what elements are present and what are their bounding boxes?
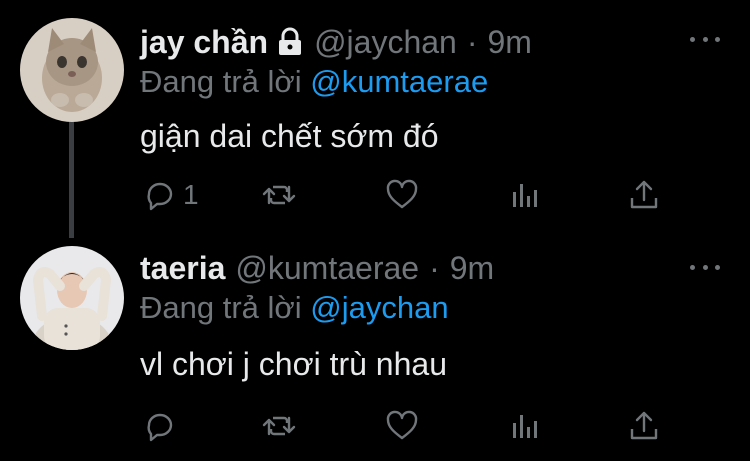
retweet-button[interactable] (262, 406, 296, 446)
display-name[interactable]: taeria (140, 250, 225, 287)
timestamp[interactable]: 9m (450, 250, 494, 287)
replying-to-link[interactable]: @kumtaerae (310, 64, 488, 99)
tweet[interactable]: taeria @kumtaerae · 9m Đang trả lời @jay… (0, 246, 750, 456)
retweet-icon (262, 185, 296, 205)
reply-button[interactable] (143, 406, 183, 446)
avatar[interactable] (20, 246, 124, 350)
like-button[interactable] (385, 175, 419, 215)
avatar[interactable] (20, 18, 124, 122)
display-name[interactable]: jay chần (140, 24, 268, 61)
reply-icon (147, 413, 173, 442)
replying-to-line: Đang trả lời @kumtaerae (140, 64, 488, 100)
handle[interactable]: @jaychan (314, 24, 457, 61)
tweet[interactable]: jay chần @jaychan · 9m Đang trả lời @kum… (0, 18, 750, 218)
tweet-actions (0, 406, 750, 446)
separator: · (466, 23, 478, 60)
tweet-actions: 1 (0, 175, 750, 215)
reply-count: 1 (183, 179, 199, 210)
share-icon (630, 411, 658, 440)
analytics-icon (513, 415, 537, 438)
like-icon (386, 179, 418, 209)
person-avatar-image (20, 246, 124, 350)
more-icon[interactable] (690, 34, 720, 44)
like-icon (386, 410, 418, 440)
tweet-text: giận dai chết sớm đó (140, 118, 439, 154)
share-button[interactable] (627, 406, 661, 446)
tweet-text: vl chơi j chơi trù nhau (140, 346, 447, 382)
tweet-header: taeria @kumtaerae · 9m (140, 246, 494, 290)
reply-icon (147, 182, 173, 211)
separator: · (429, 249, 440, 286)
replying-prefix: Đang trả lời (140, 290, 302, 325)
retweet-button[interactable] (262, 175, 296, 215)
analytics-icon (513, 184, 537, 207)
share-button[interactable] (627, 175, 661, 215)
cat-avatar-image (20, 18, 124, 122)
share-icon (630, 180, 658, 209)
analytics-button[interactable] (508, 175, 542, 215)
handle[interactable]: @kumtaerae (235, 250, 419, 287)
tweet-header: jay chần @jaychan · 9m (140, 20, 532, 64)
replying-to-link[interactable]: @jaychan (310, 290, 448, 325)
lock-icon (276, 27, 304, 57)
timestamp[interactable]: 9m (488, 24, 532, 61)
analytics-button[interactable] (508, 406, 542, 446)
reply-button[interactable]: 1 (143, 175, 199, 215)
more-icon[interactable] (690, 262, 720, 272)
retweet-icon (262, 416, 296, 436)
like-button[interactable] (385, 406, 419, 446)
replying-prefix: Đang trả lời (140, 64, 302, 99)
replying-to-line: Đang trả lời @jaychan (140, 290, 449, 326)
